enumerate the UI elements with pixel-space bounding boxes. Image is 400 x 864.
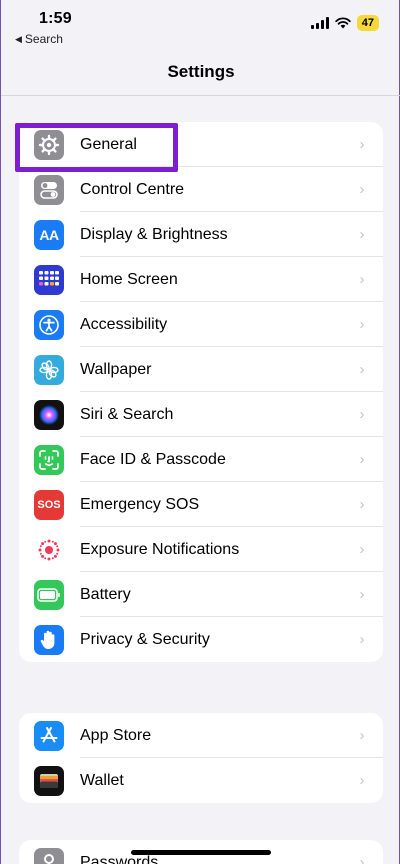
chevron-right-icon: › [359, 316, 365, 333]
battery-level-badge: 47 [356, 15, 379, 31]
chevron-right-icon: › [359, 271, 365, 288]
settings-group-store: App Store › Wallet › [19, 713, 383, 803]
toggles-icon [34, 174, 64, 205]
row-label: Exposure Notifications [80, 540, 240, 558]
chevron-right-icon: › [359, 226, 365, 243]
page-title: Settings [167, 62, 235, 81]
settings-row-battery[interactable]: Battery › [19, 572, 383, 617]
face-id-icon [34, 444, 64, 475]
row-label: Wallpaper [80, 360, 152, 378]
back-link-label: Search [24, 32, 63, 46]
chevron-right-icon: › [359, 361, 365, 378]
app-grid-icon [34, 264, 64, 295]
settings-row-app-store[interactable]: App Store › [19, 713, 383, 758]
cellular-signal-icon [310, 17, 329, 29]
chevron-right-icon: › [359, 541, 365, 558]
hand-icon [34, 624, 64, 655]
chevron-right-icon: › [359, 727, 365, 744]
settings-row-home-screen[interactable]: Home Screen › [19, 257, 383, 302]
chevron-right-icon: › [359, 496, 365, 513]
system-icons: 47 [310, 15, 379, 31]
settings-row-wallet[interactable]: Wallet › [19, 758, 383, 803]
settings-row-emergency-sos[interactable]: SOS Emergency SOS › [19, 482, 383, 527]
row-label: Siri & Search [80, 405, 174, 423]
row-label: Control Centre [80, 180, 185, 198]
row-label: Wallet [80, 771, 124, 789]
chevron-right-icon: › [359, 451, 365, 468]
sos-icon: SOS [34, 489, 64, 520]
flower-icon [34, 354, 64, 385]
chevron-right-icon: › [359, 631, 365, 648]
chevron-right-icon: › [359, 181, 365, 198]
chevron-right-icon: › [359, 772, 365, 789]
row-label: App Store [80, 726, 152, 744]
settings-row-wallpaper[interactable]: Wallpaper › [19, 347, 383, 392]
text-size-icon: AA [34, 219, 64, 250]
row-label: General [80, 135, 137, 153]
nav-divider [1, 95, 400, 96]
settings-row-siri-search[interactable]: Siri & Search › [19, 392, 383, 437]
row-label: Face ID & Passcode [80, 450, 226, 468]
row-label: Passwords [80, 853, 159, 864]
key-icon [34, 847, 64, 864]
exposure-icon [34, 534, 64, 565]
row-label: Display & Brightness [80, 225, 228, 243]
accessibility-icon [34, 309, 64, 340]
chevron-right-icon: › [359, 406, 365, 423]
back-triangle-icon: ◀ [15, 33, 22, 44]
row-label: Privacy & Security [80, 630, 210, 648]
home-indicator [131, 850, 271, 855]
settings-group-main: General › Control Centre › AA Display & … [19, 122, 383, 662]
settings-row-control-centre[interactable]: Control Centre › [19, 167, 383, 212]
status-time: 1:59 [39, 10, 72, 27]
status-bar: 1:59 ◀ Search 47 [1, 0, 400, 52]
row-label: Emergency SOS [80, 495, 200, 513]
chevron-right-icon: › [359, 854, 365, 864]
siri-icon [34, 399, 64, 430]
chevron-right-icon: › [359, 136, 365, 153]
wallet-icon [34, 765, 64, 796]
settings-row-general[interactable]: General › [19, 122, 383, 167]
row-label: Battery [80, 585, 131, 603]
row-label: Home Screen [80, 270, 178, 288]
settings-row-display-brightness[interactable]: AA Display & Brightness › [19, 212, 383, 257]
settings-row-accessibility[interactable]: Accessibility › [19, 302, 383, 347]
wifi-icon [335, 17, 351, 29]
settings-row-exposure-notifications[interactable]: Exposure Notifications › [19, 527, 383, 572]
back-to-search-link[interactable]: ◀ Search [15, 32, 63, 46]
settings-row-privacy-security[interactable]: Privacy & Security › [19, 617, 383, 662]
chevron-right-icon: › [359, 586, 365, 603]
settings-row-face-id[interactable]: Face ID & Passcode › [19, 437, 383, 482]
row-label: Accessibility [80, 315, 168, 333]
app-store-icon [34, 720, 64, 751]
gear-icon [34, 129, 64, 160]
battery-icon [34, 579, 64, 610]
